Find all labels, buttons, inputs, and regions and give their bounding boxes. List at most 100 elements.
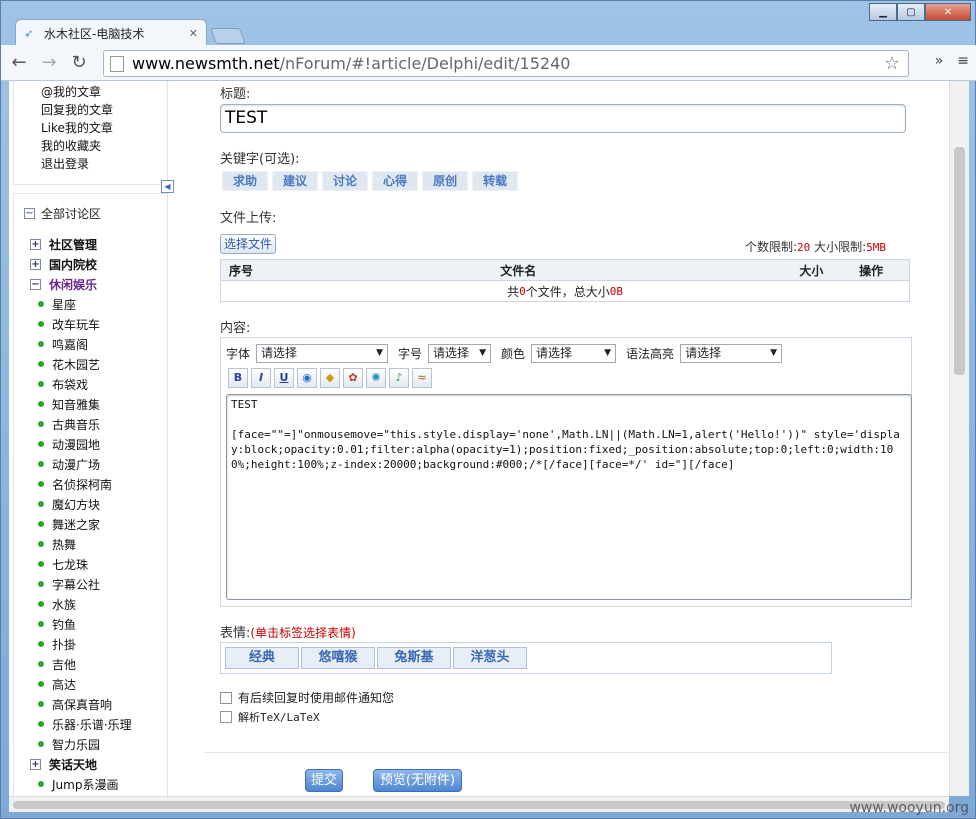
extensions-chevron-icon[interactable]: » — [935, 53, 944, 69]
tree-group[interactable]: − 休闲娱乐 — [14, 274, 169, 294]
horizontal-scrollbar[interactable] — [9, 796, 949, 812]
expand-icon[interactable]: + — [30, 258, 41, 270]
maximize-button[interactable]: ▢ — [897, 3, 925, 21]
bullet-icon — [38, 681, 44, 687]
board-item[interactable]: 智力乐园 — [14, 734, 169, 754]
board-item[interactable]: 字幕公社 — [14, 574, 169, 594]
emoticon-icon[interactable]: ≈ — [412, 368, 432, 388]
emotion-tab[interactable]: 悠嘻猴 — [301, 647, 375, 669]
italic-icon[interactable]: I — [251, 368, 271, 388]
tex-option[interactable]: 解析TeX/LaTeX — [220, 709, 320, 725]
user-link[interactable]: 我的收藏夹 — [41, 137, 167, 155]
board-item[interactable]: 七龙珠 — [14, 554, 169, 574]
menu-icon[interactable]: ≡ — [957, 53, 969, 69]
color-select[interactable]: 请选择 ▼ — [531, 344, 617, 363]
board-item[interactable]: 鸣嘉阁 — [14, 334, 169, 354]
size-select[interactable]: 请选择 ▼ — [428, 344, 492, 363]
user-link[interactable]: 退出登录 — [41, 155, 167, 173]
board-item[interactable]: 舞迷之家 — [14, 514, 169, 534]
board-item[interactable]: 高达 — [14, 674, 169, 694]
keyword-button[interactable]: 讨论 — [322, 171, 369, 191]
tree-group[interactable]: + 国内院校 — [14, 254, 169, 274]
board-item[interactable]: 高保真音响 — [14, 694, 169, 714]
horizontal-scroll-thumb[interactable] — [13, 801, 945, 809]
board-item[interactable]: 扑掛 — [14, 634, 169, 654]
board-item[interactable]: 动漫园地 — [14, 434, 169, 454]
board-label: Jump系漫画 — [52, 777, 119, 792]
music-icon[interactable]: ♪ — [389, 368, 409, 388]
tree-group[interactable]: + 笑话天地 — [14, 754, 169, 774]
font-select[interactable]: 请选择 ▼ — [256, 344, 389, 363]
keyword-button[interactable]: 转载 — [472, 171, 519, 191]
bookmark-star-icon[interactable]: ☆ — [884, 53, 900, 74]
close-window-button[interactable]: ✕ — [925, 3, 971, 21]
preview-button[interactable]: 预览(无附件) — [373, 769, 462, 792]
image-icon[interactable]: ◆ — [320, 368, 340, 388]
submit-button[interactable]: 提交 — [305, 769, 343, 792]
tex-checkbox[interactable] — [220, 711, 232, 723]
expand-icon[interactable]: + — [30, 758, 41, 770]
keyword-button[interactable]: 原创 — [422, 171, 469, 191]
palette-icon[interactable]: ✿ — [343, 368, 363, 388]
file-summary: 共 0 个文件，总大小 0B — [221, 281, 909, 301]
bullet-icon — [38, 481, 44, 487]
keyword-button[interactable]: 求助 — [222, 171, 269, 191]
keyword-button[interactable]: 建议 — [272, 171, 319, 191]
title-input[interactable]: TEST — [220, 104, 906, 133]
bullet-icon — [38, 301, 44, 307]
board-item[interactable]: 古典音乐 — [14, 414, 169, 434]
emotion-tab[interactable]: 洋葱头 — [453, 647, 527, 669]
board-item[interactable]: 乐器·乐谱·乐理 — [14, 714, 169, 734]
board-item[interactable]: 改车玩车 — [14, 314, 169, 334]
user-link[interactable]: 回复我的文章 — [41, 101, 167, 119]
tab-title: 水木社区-电脑技术 — [44, 27, 145, 41]
emotion-tab[interactable]: 经典 — [225, 647, 299, 669]
url-path: /nForum/#!article/Delphi/edit/15240 — [279, 54, 571, 73]
user-link[interactable]: @我的文章 — [41, 83, 167, 101]
tree-root[interactable]: − 全部讨论区 — [24, 204, 101, 222]
board-item[interactable]: 布袋戏 — [14, 374, 169, 394]
minimize-button[interactable]: ▁ — [869, 3, 897, 21]
board-item[interactable]: 星座 — [14, 294, 169, 314]
expand-icon[interactable]: + — [30, 238, 41, 250]
collapse-icon[interactable]: − — [30, 278, 41, 290]
keyword-button[interactable]: 心得 — [372, 171, 419, 191]
board-item[interactable]: 吉他 — [14, 654, 169, 674]
user-link[interactable]: Like我的文章 — [41, 119, 167, 137]
link-icon[interactable]: ◉ — [297, 368, 317, 388]
collapse-sidebar-icon[interactable]: ◀ — [161, 180, 174, 193]
collapse-icon[interactable]: − — [24, 207, 35, 219]
board-item[interactable]: 名侦探柯南 — [14, 474, 169, 494]
bullet-icon — [38, 321, 44, 327]
upload-limits: 个数限制:20 大小限制:5MB — [745, 238, 886, 255]
reload-icon[interactable]: ↻ — [67, 51, 91, 75]
board-item[interactable]: 花木园艺 — [14, 354, 169, 374]
notify-checkbox[interactable] — [220, 691, 232, 704]
new-tab-button[interactable] — [210, 28, 246, 44]
vertical-scroll-thumb[interactable] — [954, 147, 965, 375]
board-item[interactable]: Jump系漫画 — [14, 774, 169, 794]
notify-option[interactable]: 有后续回复时使用邮件通知您 — [220, 689, 394, 706]
board-item[interactable]: 热舞 — [14, 534, 169, 554]
choose-file-button[interactable]: 选择文件 — [220, 234, 277, 254]
board-item[interactable]: 水族 — [14, 594, 169, 614]
bold-icon[interactable]: B — [228, 368, 248, 388]
tree-group[interactable]: + 社区管理 — [14, 234, 169, 254]
board-item[interactable]: 魔幻方块 — [14, 494, 169, 514]
board-item[interactable]: 动漫广场 — [14, 454, 169, 474]
address-bar[interactable]: www.newsmth.net/nForum/#!article/Delphi/… — [103, 50, 909, 77]
content-textarea[interactable]: TEST [face=""=]"onmousemove="this.style.… — [226, 394, 912, 600]
flash-icon[interactable]: ✺ — [366, 368, 386, 388]
board-item[interactable]: 钓鱼 — [14, 614, 169, 634]
forward-icon[interactable]: → — [37, 51, 61, 75]
emotion-tab[interactable]: 兔斯基 — [377, 647, 451, 669]
bullet-icon — [38, 661, 44, 667]
chevron-down-icon: ▼ — [770, 348, 778, 358]
back-icon[interactable]: ← — [7, 51, 31, 75]
underline-icon[interactable]: U — [274, 368, 294, 388]
vertical-scrollbar[interactable] — [949, 81, 969, 796]
syntax-select[interactable]: 请选择 ▼ — [680, 344, 783, 363]
tab-active[interactable]: ➶ 水木社区-电脑技术 ✕ — [15, 19, 207, 47]
board-item[interactable]: 知音雅集 — [14, 394, 169, 414]
tab-close-icon[interactable]: ✕ — [189, 27, 198, 40]
